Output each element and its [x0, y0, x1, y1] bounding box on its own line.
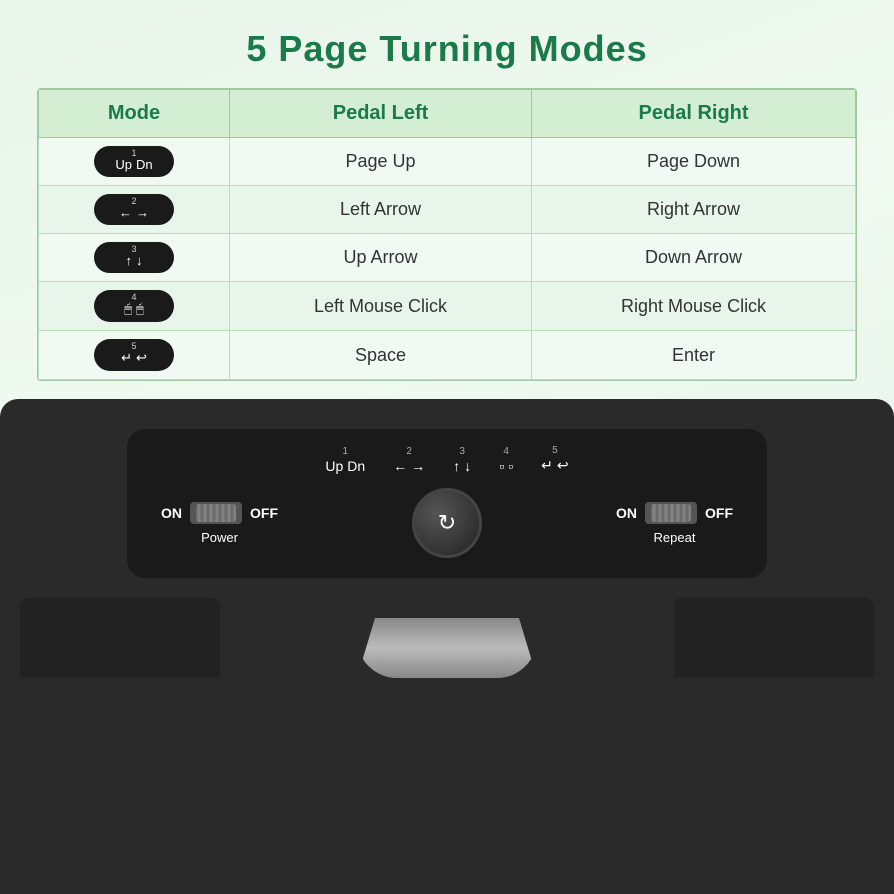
col-header-mode: Mode — [39, 90, 230, 138]
power-toggle[interactable] — [190, 502, 242, 524]
knob-area: ↻ — [412, 488, 482, 558]
pedal-right-1: Page Down — [532, 138, 856, 186]
col-header-pedal-left: Pedal Left — [230, 90, 532, 138]
mode-cell-5: 5 ↵ ↩ — [39, 331, 230, 380]
mode-indicator-3: 3 ↑ ↓ — [453, 446, 471, 474]
foot-area — [0, 598, 894, 678]
pedal-right-2: Right Arrow — [532, 186, 856, 234]
mode-indicator-4: 4 ▫ ▫ — [499, 446, 513, 474]
center-knob[interactable]: ↻ — [412, 488, 482, 558]
mode-badge-5: 5 ↵ ↩ — [94, 339, 174, 371]
controls-row: ON OFF Power ↻ ON — [151, 488, 743, 558]
table-row: 5 ↵ ↩ SpaceEnter — [39, 331, 856, 380]
right-pedal[interactable] — [674, 598, 874, 678]
pedal-left-5: Space — [230, 331, 532, 380]
modes-table-container: Mode Pedal Left Pedal Right 1 Up Dn Page… — [37, 88, 857, 381]
repeat-switch-row: ON OFF — [616, 502, 733, 524]
mode-cell-4: 4 🖱 🖱 — [39, 282, 230, 331]
mode-cell-3: 3 ↑ ↓ — [39, 234, 230, 282]
pedal-right-5: Enter — [532, 331, 856, 380]
pedal-right-4: Right Mouse Click — [532, 282, 856, 331]
table-row: 1 Up Dn Page UpPage Down — [39, 138, 856, 186]
pedal-left-1: Page Up — [230, 138, 532, 186]
pedal-right-3: Down Arrow — [532, 234, 856, 282]
power-switch-row: ON OFF — [161, 502, 278, 524]
repeat-toggle[interactable] — [645, 502, 697, 524]
repeat-label: Repeat — [654, 530, 696, 545]
hardware-section: 1 Up Dn 2 ← → 3 ↑ ↓ — [0, 399, 894, 894]
mode-badge-4: 4 🖱 🖱 — [94, 290, 174, 322]
power-switch-group: ON OFF Power — [161, 502, 278, 545]
mode-indicator-5: 5 ↵ ↩ — [541, 445, 568, 474]
mode-indicator-1: 1 Up Dn — [325, 446, 365, 474]
mode-badge-3: 3 ↑ ↓ — [94, 242, 174, 273]
mode-cell-1: 1 Up Dn — [39, 138, 230, 186]
power-label: Power — [201, 530, 238, 545]
repeat-on-label: ON — [616, 505, 637, 521]
modes-table: Mode Pedal Left Pedal Right 1 Up Dn Page… — [38, 89, 856, 380]
repeat-off-label: OFF — [705, 505, 733, 521]
mode-indicators-row: 1 Up Dn 2 ← → 3 ↑ ↓ — [151, 445, 743, 474]
power-off-label: OFF — [250, 505, 278, 521]
col-header-pedal-right: Pedal Right — [532, 90, 856, 138]
table-row: 2 ← → Left ArrowRight Arrow — [39, 186, 856, 234]
knob-arrow-icon: ↻ — [438, 510, 456, 536]
table-row: 4 🖱 🖱 Left Mouse ClickRight Mouse Click — [39, 282, 856, 331]
left-pedal[interactable] — [20, 598, 220, 678]
table-header-row: Mode Pedal Left Pedal Right — [39, 90, 856, 138]
page-title: 5 Page Turning Modes — [246, 28, 647, 70]
pedal-left-2: Left Arrow — [230, 186, 532, 234]
pedal-left-4: Left Mouse Click — [230, 282, 532, 331]
mode-indicator-2: 2 ← → — [393, 446, 425, 474]
control-panel: 1 Up Dn 2 ← → 3 ↑ ↓ — [127, 429, 767, 578]
mode-badge-2: 2 ← → — [94, 194, 174, 225]
power-toggle-ridges — [196, 504, 236, 522]
power-on-label: ON — [161, 505, 182, 521]
center-divider — [357, 618, 537, 678]
repeat-toggle-ridges — [651, 504, 691, 522]
pedal-left-3: Up Arrow — [230, 234, 532, 282]
mode-cell-2: 2 ← → — [39, 186, 230, 234]
mode-badge-1: 1 Up Dn — [94, 146, 174, 177]
table-row: 3 ↑ ↓ Up ArrowDown Arrow — [39, 234, 856, 282]
repeat-switch-group: ON OFF Repeat — [616, 502, 733, 545]
